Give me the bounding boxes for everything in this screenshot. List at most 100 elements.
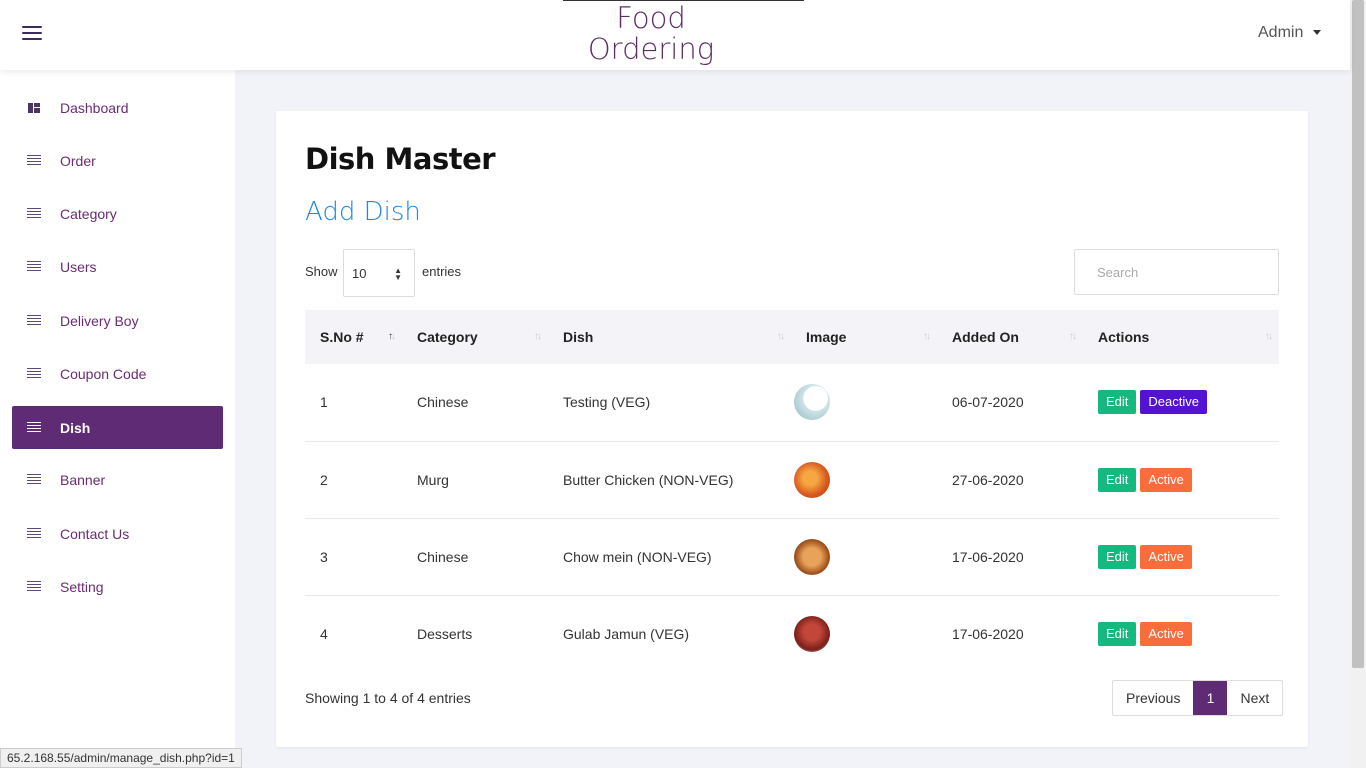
dish-table: S.No # ↑↓ Category ↑↓ Dish ↑↓ Image ↑↓ Added… bbox=[305, 310, 1279, 672]
table-row: 1 Chinese Testing (VEG) 06-07-2020 Edit D… bbox=[305, 364, 1279, 441]
sidebar-item-order[interactable]: Order bbox=[12, 139, 223, 182]
page-title: Dish Master bbox=[305, 142, 496, 176]
table-row: 3 Chinese Chow mein (NON-VEG) 17-06-2020… bbox=[305, 518, 1279, 595]
dish-thumbnail bbox=[794, 538, 830, 575]
show-label: Show bbox=[305, 264, 338, 279]
sidebar-item-delivery-boy[interactable]: Delivery Boy bbox=[12, 299, 223, 342]
sidebar-item-dish[interactable]: Dish bbox=[12, 406, 223, 449]
dashboard-icon bbox=[27, 102, 41, 114]
cell-added-on: 17-06-2020 bbox=[952, 548, 1024, 565]
active-button[interactable]: Active bbox=[1140, 621, 1192, 646]
table-row: 4 Desserts Gulab Jamun (VEG) 17-06-2020 … bbox=[305, 595, 1279, 672]
dish-thumbnail bbox=[794, 461, 830, 498]
list-icon bbox=[27, 314, 41, 327]
previous-page-button[interactable]: Previous bbox=[1113, 681, 1193, 715]
sidebar-item-label: Dish bbox=[60, 419, 91, 436]
entries-select[interactable]: 10 ▲ ▼ bbox=[343, 249, 415, 297]
column-header-dish[interactable]: Dish ↑↓ bbox=[548, 310, 791, 364]
pagination: Previous 1 Next bbox=[1112, 680, 1284, 716]
column-header-sno[interactable]: S.No # ↑↓ bbox=[305, 310, 402, 364]
browser-status-bar: 65.2.168.55/admin/manage_dish.php?id=1 bbox=[0, 748, 242, 768]
sidebar-item-setting[interactable]: Setting bbox=[12, 565, 223, 608]
sidebar-item-label: Dashboard bbox=[60, 99, 129, 116]
cell-dish: Butter Chicken (NON-VEG) bbox=[563, 471, 734, 488]
cell-sno: 2 bbox=[320, 471, 328, 488]
column-header-label: Added On bbox=[952, 329, 1019, 345]
dish-thumbnail bbox=[794, 615, 830, 652]
admin-label: Admin bbox=[1258, 24, 1304, 41]
cell-sno: 3 bbox=[320, 548, 328, 565]
search-input[interactable] bbox=[1074, 249, 1279, 295]
cell-category: Chinese bbox=[417, 548, 469, 565]
sidebar-item-users[interactable]: Users bbox=[12, 245, 223, 288]
cell-category: Desserts bbox=[417, 625, 473, 642]
column-header-label: Dish bbox=[563, 329, 594, 345]
sidebar-item-banner[interactable]: Banner bbox=[12, 458, 223, 501]
active-button[interactable]: Active bbox=[1140, 467, 1192, 492]
hamburger-icon[interactable] bbox=[22, 26, 42, 42]
add-dish-link[interactable]: Add Dish bbox=[305, 197, 421, 227]
column-header-label: S.No # bbox=[320, 329, 364, 345]
sidebar-item-dashboard[interactable]: Dashboard bbox=[12, 86, 223, 129]
sidebar-item-category[interactable]: Category bbox=[12, 192, 223, 235]
sort-icon: ↑↓ bbox=[777, 331, 785, 342]
table-info: Showing 1 to 4 of 4 entries bbox=[305, 690, 471, 706]
sidebar-item-label: Delivery Boy bbox=[60, 312, 139, 329]
sort-icon: ↑↓ bbox=[534, 331, 542, 342]
sidebar-item-coupon-code[interactable]: Coupon Code bbox=[12, 352, 223, 395]
cell-added-on: 06-07-2020 bbox=[952, 394, 1024, 411]
list-icon bbox=[27, 367, 41, 380]
column-header-label: Actions bbox=[1098, 329, 1150, 345]
app-logo[interactable]: Food Ordering bbox=[560, 3, 742, 65]
sort-icon: ↑↓ bbox=[1265, 331, 1273, 342]
column-header-added-on[interactable]: Added On ↑↓ bbox=[937, 310, 1083, 364]
page-1-button[interactable]: 1 bbox=[1193, 681, 1228, 715]
edit-button[interactable]: Edit bbox=[1098, 390, 1137, 415]
list-icon bbox=[27, 473, 41, 486]
table-header-row: S.No # ↑↓ Category ↑↓ Dish ↑↓ Image ↑↓ Added… bbox=[305, 310, 1279, 364]
list-icon bbox=[27, 260, 41, 273]
sort-icon: ↑↓ bbox=[1069, 331, 1077, 342]
sidebar-item-contact-us[interactable]: Contact Us bbox=[12, 512, 223, 555]
list-icon bbox=[27, 527, 41, 540]
sidebar-item-label: Banner bbox=[60, 471, 106, 488]
list-icon bbox=[27, 154, 41, 167]
caret-down-icon bbox=[1313, 30, 1322, 36]
sidebar-item-label: Users bbox=[60, 258, 97, 275]
cell-added-on: 27-06-2020 bbox=[952, 471, 1024, 488]
deactive-button[interactable]: Deactive bbox=[1140, 390, 1207, 415]
cell-category: Chinese bbox=[417, 394, 469, 411]
top-bar: Food Ordering Admin bbox=[0, 0, 1350, 70]
list-icon bbox=[27, 580, 41, 593]
column-header-category[interactable]: Category ↑↓ bbox=[402, 310, 548, 364]
table-row: 2 Murg Butter Chicken (NON-VEG) 27-06-20… bbox=[305, 441, 1279, 518]
cell-added-on: 17-06-2020 bbox=[952, 625, 1024, 642]
column-header-label: Category bbox=[417, 329, 478, 345]
logo-line-2: Ordering bbox=[587, 32, 715, 66]
cell-dish: Chow mein (NON-VEG) bbox=[563, 548, 712, 565]
cell-dish: Testing (VEG) bbox=[563, 394, 651, 411]
edit-button[interactable]: Edit bbox=[1098, 544, 1137, 569]
column-header-image[interactable]: Image ↑↓ bbox=[791, 310, 937, 364]
column-header-actions[interactable]: Actions ↑↓ bbox=[1083, 310, 1279, 364]
sidebar-item-label: Contact Us bbox=[60, 525, 130, 542]
column-header-label: Image bbox=[806, 329, 847, 345]
next-page-button[interactable]: Next bbox=[1227, 681, 1282, 715]
list-icon bbox=[27, 207, 41, 220]
entries-label: entries bbox=[422, 264, 462, 279]
active-button[interactable]: Active bbox=[1140, 544, 1192, 569]
entries-value: 10 bbox=[352, 265, 367, 281]
sidebar-item-label: Order bbox=[60, 152, 96, 169]
edit-button[interactable]: Edit bbox=[1098, 467, 1137, 492]
sort-asc-icon: ↑↓ bbox=[388, 331, 396, 342]
list-icon bbox=[27, 421, 41, 434]
cell-sno: 1 bbox=[320, 394, 328, 411]
edit-button[interactable]: Edit bbox=[1098, 621, 1137, 646]
logo-line-1: Food bbox=[616, 1, 686, 35]
sidebar-item-label: Coupon Code bbox=[60, 365, 147, 382]
cell-sno: 4 bbox=[320, 625, 328, 642]
admin-menu[interactable]: Admin bbox=[1258, 24, 1322, 42]
page-scrollbar-thumb[interactable] bbox=[1352, 0, 1364, 668]
sidebar-item-label: Setting bbox=[60, 578, 104, 595]
cell-category: Murg bbox=[417, 471, 449, 488]
